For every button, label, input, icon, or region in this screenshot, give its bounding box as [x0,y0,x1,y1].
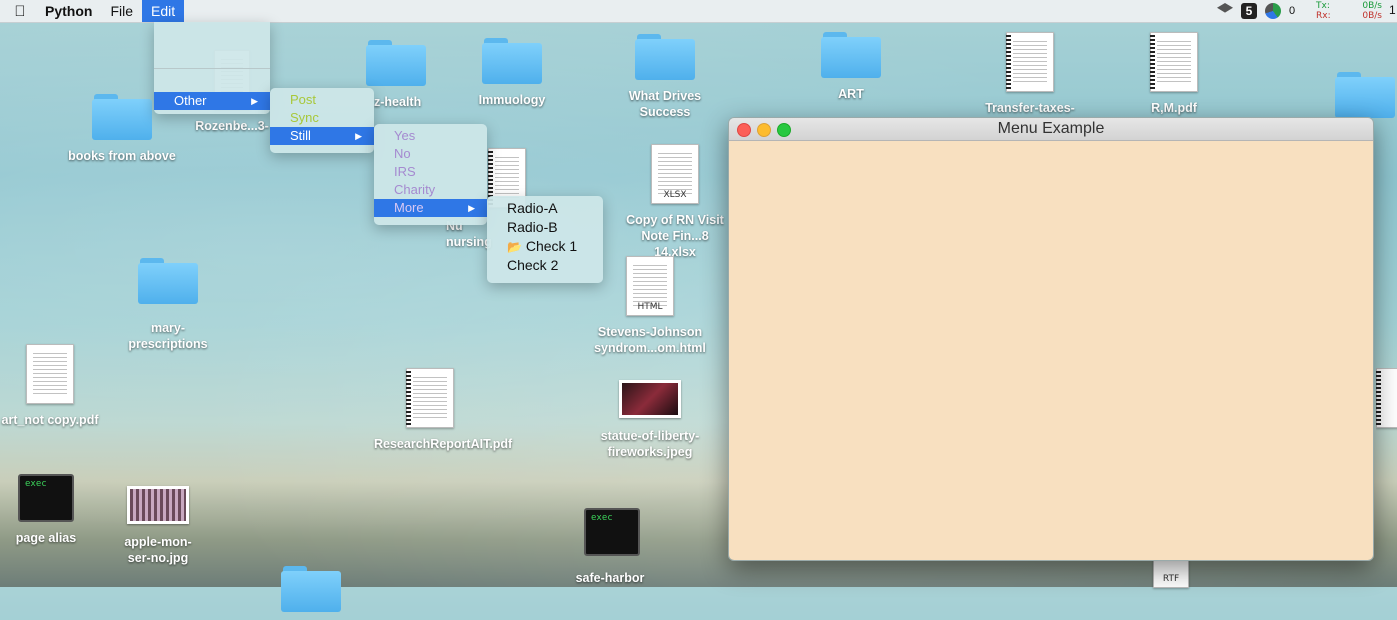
document-icon [1376,368,1397,428]
terminal-exec-icon: exec [18,474,74,522]
menu-item-radio-a[interactable]: Radio-A [487,199,603,218]
submenu-arrow-icon: ▶ [251,96,258,106]
desktop-icon[interactable]: art_not copy.pdf [0,344,110,428]
pie-status-icon[interactable] [1265,3,1281,19]
window-content [729,141,1373,560]
document-icon [1006,32,1054,92]
menu-separator [154,22,270,69]
document-icon [1150,32,1198,92]
menu-item-post[interactable]: Post [270,91,374,109]
desktop-icon[interactable]: ART [791,32,911,102]
icon-label: Stevens-Johnson syndrom...om.html [594,325,706,355]
menu-bar:  Python File Edit [0,0,1397,23]
app-window: Menu Example [728,117,1374,561]
status-tray: 5 0 [1213,0,1295,22]
desktop-icon[interactable]: mary-prescriptions [108,258,228,352]
icon-label: books from above [68,149,176,163]
dropbox-icon[interactable] [1217,3,1233,13]
icon-label: R,M.pdf [1151,101,1197,115]
net-tx-value: 0B/s [1362,1,1382,11]
folder-icon [821,32,881,78]
menu-item-still[interactable]: Still ▶ [270,127,374,145]
folder-icon [281,566,341,612]
edit-menu: Other ▶ [154,22,270,114]
folder-icon [366,40,426,86]
desktop-icon[interactable]: exec page alias [0,474,106,546]
icon-label: ART [838,87,864,101]
menu-item-irs[interactable]: IRS [374,163,487,181]
desktop-icon[interactable]: Immuology [452,38,572,108]
shield-5-icon[interactable]: 5 [1241,3,1257,19]
submenu-arrow-icon: ▶ [355,131,362,141]
net-rx-value: 0B/s [1362,11,1382,21]
pdf-document-icon [26,344,74,404]
icon-label: art_not copy.pdf [1,413,99,427]
menu-item-check-2[interactable]: Check 2 [487,256,603,275]
icon-label: Transfer-taxes- [985,101,1075,115]
menu-item-other[interactable]: Other ▶ [154,92,270,110]
icon-label: What Drives Success [628,89,702,119]
menu-item-sync[interactable]: Sync [270,109,374,127]
folder-icon [482,38,542,84]
desktop-icon-partial[interactable] [1376,368,1397,436]
net-values: 0B/s 0B/s [1358,1,1382,21]
menu-item-charity[interactable]: Charity [374,181,487,199]
folder-icon [138,258,198,304]
submenu-arrow-icon: ▶ [468,203,475,213]
menu-edit[interactable]: Edit [142,0,185,22]
icon-label: statue-of-liberty-fireworks.jpeg [600,429,700,459]
other-submenu: Post Sync Still ▶ [270,88,374,153]
html-document-icon: HTML [626,256,674,316]
xlsx-document-icon: XLSX [651,144,699,204]
icon-label: safe-harbor [575,571,645,585]
menu-item-yes[interactable]: Yes [374,127,487,145]
menu-item-more[interactable]: More ▶ [374,199,487,217]
image-thumbnail-icon [127,486,189,524]
pdf-document-icon [406,368,454,428]
icon-label: Copy of RN Visit Note Fin...8 14.xlsx [626,213,724,259]
desktop-icon[interactable]: R,M.pdf [1114,32,1234,116]
folder-icon [635,34,695,80]
folder-open-icon: 📂 [507,240,522,254]
menubar-trailing: 1 [1389,3,1396,17]
menu-item-check-1[interactable]: 📂 Check 1 [487,237,603,256]
net-rx-label: Rx: [1316,11,1331,21]
terminal-exec-icon: exec [584,508,640,556]
image-thumbnail-icon [619,380,681,418]
net-tx-label: Tx: [1316,1,1330,11]
more-submenu: Radio-A Radio-B 📂 Check 1 Check 2 [487,196,603,283]
still-submenu: Yes No IRS Charity More ▶ [374,124,487,225]
window-title: Menu Example [997,120,1105,137]
menu-item-no[interactable]: No [374,145,487,163]
desktop-icon[interactable]: apple-mon-ser-no.jpg [98,486,218,566]
icon-label: mary-prescriptions [128,321,208,351]
desktop-icon[interactable]: ResearchReportAIT.pdf [370,368,513,452]
menu-item-radio-b[interactable]: Radio-B [487,218,603,237]
menu-file[interactable]: File [101,0,142,22]
menu-app-python[interactable]: Python [36,0,101,22]
desktop-icon[interactable]: HTML Stevens-Johnson syndrom...om.html [590,256,710,356]
icon-label: apple-mon-ser-no.jpg [124,535,192,565]
desktop-icon-partial[interactable] [281,566,341,620]
desktop-icon[interactable]: What Drives Success [605,34,725,120]
window-titlebar[interactable]: Menu Example [729,118,1373,141]
desktop-icon[interactable]: XLSX Copy of RN Visit Note Fin...8 14.xl… [615,144,735,260]
icon-label: Immuology [478,93,546,107]
folder-icon [1335,72,1395,118]
icon-label: page alias [15,531,77,545]
net-labels: Tx: Rx: [1316,1,1331,21]
desktop-icon[interactable]: statue-of-liberty-fireworks.jpeg [590,380,710,460]
folder-icon [92,94,152,140]
desktop-icon[interactable]: RTF [1151,556,1191,596]
badge-count: 0 [1289,5,1296,17]
apple-logo-icon[interactable]:  [10,3,30,20]
desktop-icon[interactable]: Transfer-taxes- [970,32,1090,116]
icon-label: ResearchReportAIT.pdf [374,437,513,451]
